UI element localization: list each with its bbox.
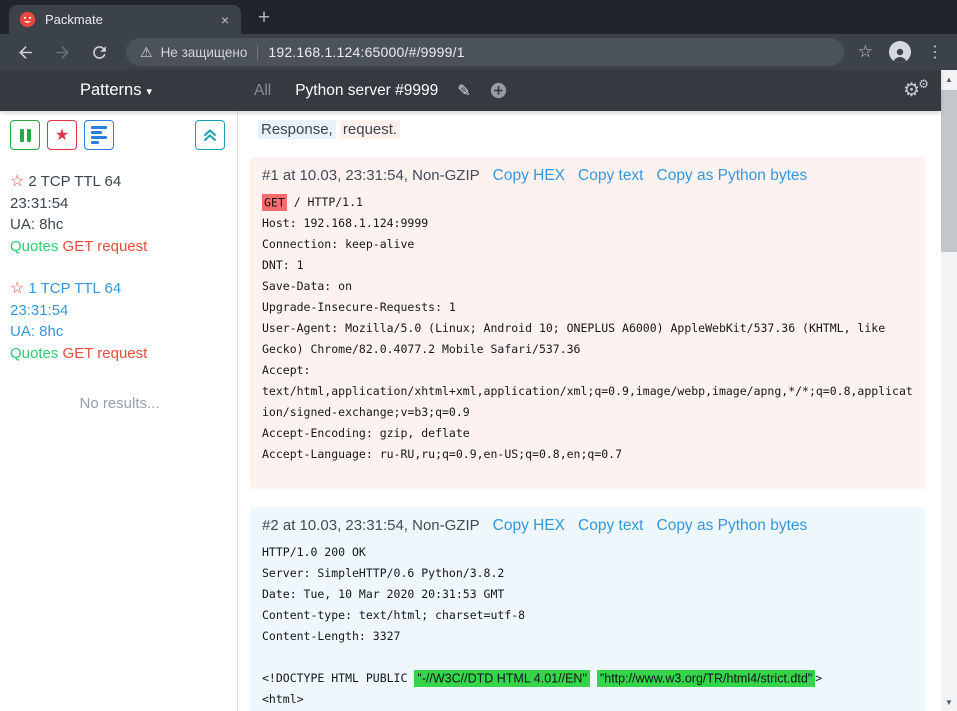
reload-icon[interactable] bbox=[88, 41, 110, 63]
collapse-sidebar-button[interactable] bbox=[195, 120, 225, 150]
content-area: ★ ☆2 TCP TTL 6423:31:54UA: 8hcQuote bbox=[0, 111, 941, 711]
legend-response: Response, bbox=[258, 120, 336, 139]
packet-body: HTTP/1.0 200 OK Server: SimpleHTTP/0.6 P… bbox=[262, 542, 915, 710]
scrollbar-down-arrow[interactable]: ▼ bbox=[941, 695, 957, 709]
stream-tag: Quotes bbox=[10, 238, 58, 255]
favorite-star-icon[interactable]: ☆ bbox=[10, 173, 24, 190]
packet-block-request: #1 at 10.03, 23:31:54, Non-GZIP Copy HEX C… bbox=[250, 157, 925, 489]
favorites-filter-button[interactable]: ★ bbox=[47, 120, 77, 150]
stream-list-item[interactable]: ☆2 TCP TTL 6423:31:54UA: 8hcQuotes GET r… bbox=[10, 171, 229, 257]
scrollbar-up-arrow[interactable]: ▲ bbox=[941, 72, 957, 86]
browser-toolbar: ⚠ Не защищено 192.168.1.124:65000/#/9999… bbox=[0, 34, 957, 70]
security-warning-text: Не защищено bbox=[161, 45, 248, 60]
copy-action-link[interactable]: Copy as Python bytes bbox=[657, 167, 808, 184]
page-scrollbar[interactable]: ▲ ▼ bbox=[941, 70, 957, 711]
stream-title: 1 TCP TTL 64 bbox=[28, 280, 121, 297]
packet-body: GET / HTTP/1.1 Host: 192.168.1.124:9999 … bbox=[262, 192, 915, 465]
url-text: 192.168.1.124:65000/#/9999/1 bbox=[268, 44, 464, 60]
address-bar[interactable]: ⚠ Не защищено 192.168.1.124:65000/#/9999… bbox=[126, 38, 844, 66]
patterns-menu[interactable]: Patterns ▾ bbox=[80, 81, 152, 100]
stream-tag: GET request bbox=[63, 345, 148, 362]
star-icon: ★ bbox=[55, 125, 69, 145]
stream-list: ☆2 TCP TTL 6423:31:54UA: 8hcQuotes GET r… bbox=[10, 171, 229, 364]
edit-pattern-icon[interactable]: ✎ bbox=[457, 81, 470, 101]
copy-action-link[interactable]: Copy text bbox=[578, 167, 643, 184]
no-results-text: No results... bbox=[10, 395, 229, 412]
packet-view: Response, request. #1 at 10.03, 23:31:54… bbox=[238, 111, 941, 711]
pattern-tab-active[interactable]: Python server #9999 bbox=[295, 82, 438, 100]
pattern-highlight-green: "http://www.w3.org/TR/html4/strict.dtd" bbox=[597, 670, 815, 687]
stream-time: 23:31:54 bbox=[10, 193, 229, 215]
browser-tab-strip: Packmate × + bbox=[0, 0, 957, 34]
pause-icon bbox=[20, 129, 31, 142]
app-header: Patterns ▾ All Python server #9999 ✎ ⚙ ⚙ bbox=[0, 70, 941, 111]
copy-action-link[interactable]: Copy text bbox=[578, 517, 643, 534]
gear-small-icon: ⚙ bbox=[918, 77, 929, 91]
pattern-highlight-red: GET bbox=[262, 194, 287, 211]
stream-list-item[interactable]: ☆1 TCP TTL 6423:31:54UA: 8hcQuotes GET r… bbox=[10, 278, 229, 364]
packet-header: #2 at 10.03, 23:31:54, Non-GZIP Copy HEX C… bbox=[262, 515, 915, 536]
tab-close-icon[interactable]: × bbox=[219, 12, 231, 28]
browser-tab[interactable]: Packmate × bbox=[9, 5, 241, 34]
stream-tags: Quotes GET request bbox=[10, 236, 229, 258]
bookmark-star-icon[interactable]: ☆ bbox=[858, 42, 873, 62]
stream-tag: Quotes bbox=[10, 345, 58, 362]
security-warning-icon: ⚠ bbox=[140, 44, 153, 61]
forward-icon[interactable] bbox=[51, 41, 73, 63]
settings-gears-icon[interactable]: ⚙ ⚙ bbox=[903, 79, 929, 103]
list-view-button[interactable] bbox=[84, 120, 114, 150]
browser-window: Packmate × + ⚠ Не защищено 192.168.1.124… bbox=[0, 0, 957, 711]
pattern-tab-all[interactable]: All bbox=[254, 82, 271, 100]
sidebar-toolbar: ★ bbox=[10, 120, 229, 150]
stream-ua: UA: 8hc bbox=[10, 321, 229, 343]
copy-action-link[interactable]: Copy HEX bbox=[493, 517, 565, 534]
double-chevron-up-icon bbox=[202, 127, 218, 143]
stream-ua: UA: 8hc bbox=[10, 214, 229, 236]
packet-block-response: #2 at 10.03, 23:31:54, Non-GZIP Copy HEX C… bbox=[250, 507, 925, 711]
copy-action-link[interactable]: Copy HEX bbox=[493, 167, 565, 184]
packet-meta: #2 at 10.03, 23:31:54, Non-GZIP bbox=[262, 517, 480, 534]
back-icon[interactable] bbox=[14, 41, 36, 63]
url-divider bbox=[257, 45, 258, 60]
tab-title: Packmate bbox=[45, 12, 219, 27]
browser-menu-icon[interactable]: ⋮ bbox=[927, 42, 943, 62]
add-pattern-icon[interactable] bbox=[490, 82, 507, 100]
stream-tags: Quotes GET request bbox=[10, 343, 229, 365]
patterns-label: Patterns bbox=[80, 81, 141, 99]
pattern-highlight-green: "-//W3C//DTD HTML 4.01//EN" bbox=[414, 670, 590, 687]
scrollbar-thumb[interactable] bbox=[941, 90, 957, 252]
stream-time: 23:31:54 bbox=[10, 300, 229, 322]
packmate-favicon bbox=[19, 11, 36, 28]
favorite-star-icon[interactable]: ☆ bbox=[10, 280, 24, 297]
packet-header: #1 at 10.03, 23:31:54, Non-GZIP Copy HEX C… bbox=[262, 165, 915, 186]
packet-meta: #1 at 10.03, 23:31:54, Non-GZIP bbox=[262, 167, 480, 184]
stream-tag: GET request bbox=[63, 238, 148, 255]
chevron-down-icon: ▾ bbox=[146, 86, 152, 98]
toolbar-right: ☆ ⋮ bbox=[858, 41, 947, 63]
pattern-legend: Response, request. bbox=[258, 121, 925, 142]
stream-sidebar: ★ ☆2 TCP TTL 6423:31:54UA: 8hcQuote bbox=[0, 111, 238, 711]
legend-request: request. bbox=[340, 120, 400, 139]
packet-blocks: #1 at 10.03, 23:31:54, Non-GZIP Copy HEX C… bbox=[250, 157, 925, 711]
new-tab-button[interactable]: + bbox=[250, 4, 278, 32]
align-left-icon bbox=[91, 126, 107, 144]
copy-action-link[interactable]: Copy as Python bytes bbox=[657, 517, 808, 534]
stream-title: 2 TCP TTL 64 bbox=[28, 173, 121, 190]
pause-capture-button[interactable] bbox=[10, 120, 40, 150]
profile-avatar[interactable] bbox=[889, 41, 911, 63]
